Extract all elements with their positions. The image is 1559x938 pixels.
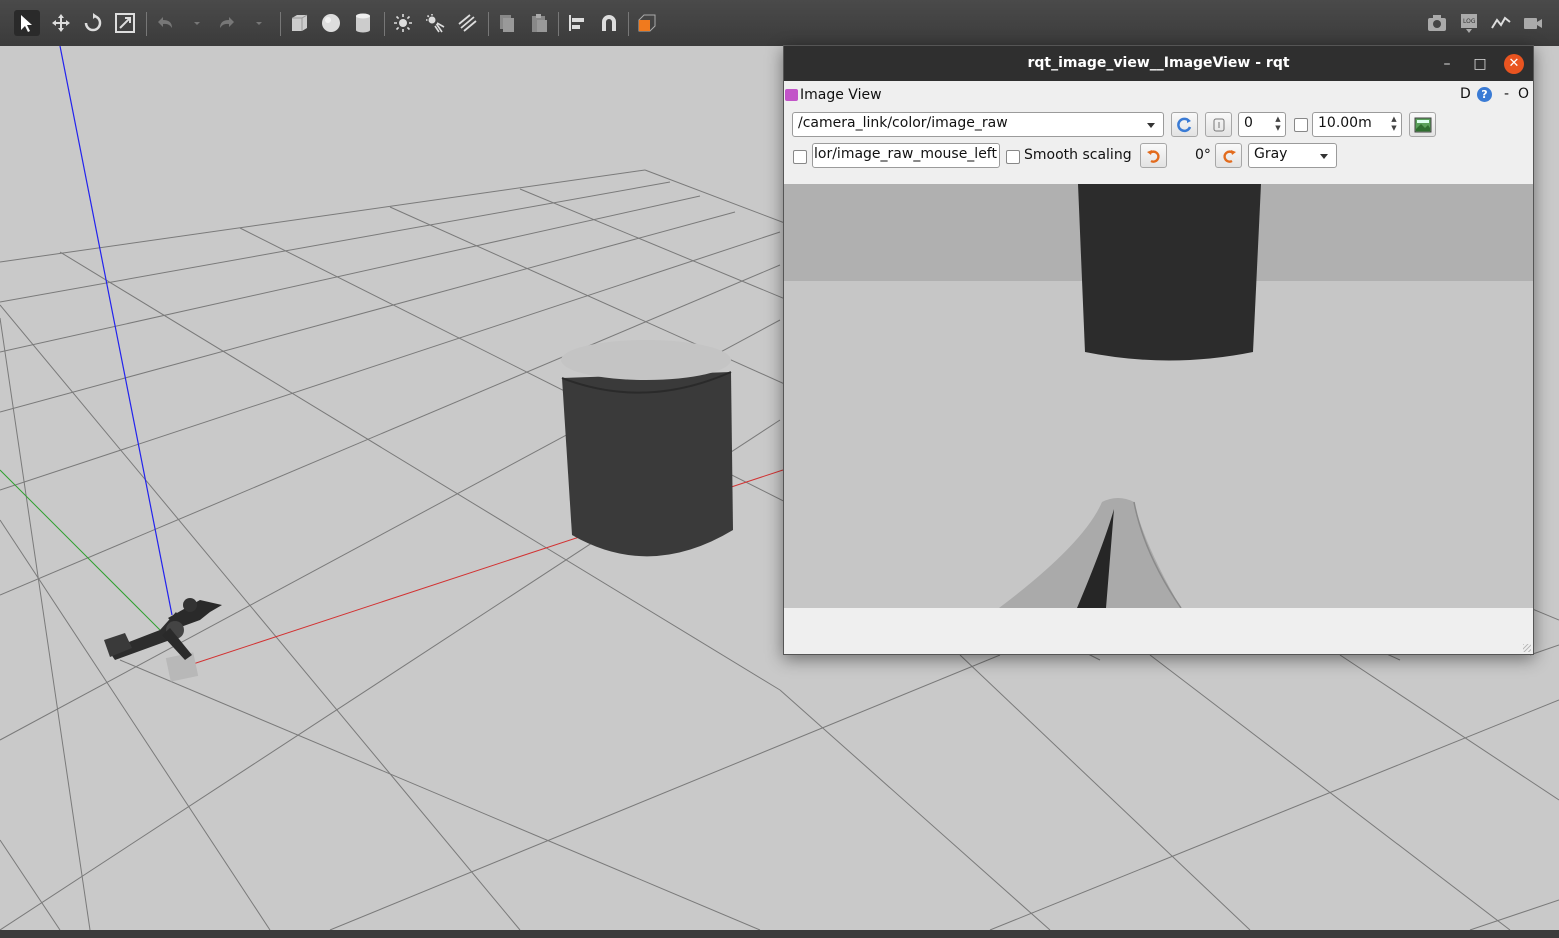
undo-history-icon[interactable] [184,10,210,36]
toolbar-separator [488,12,489,36]
resize-grip[interactable] [1523,644,1531,652]
status-bar [0,930,1559,938]
rotate-mode-icon[interactable] [80,10,106,36]
copy-icon[interactable] [494,10,520,36]
rotation-label: 0° [1195,147,1211,163]
directional-light-icon[interactable] [454,10,480,36]
rotate-right-button[interactable] [1215,143,1242,168]
plot-icon[interactable] [1488,10,1514,36]
plugin-close-icon[interactable]: O [1518,86,1529,102]
rqt-image-view-window: rqt_image_view__ImageView - rqt – □ ✕ Im… [783,45,1534,655]
colormap-value: Gray [1254,146,1288,162]
toolbar-separator [280,12,281,36]
minimize-icon[interactable]: – [1437,54,1457,74]
topic-select-value: /camera_link/color/image_raw [798,115,1008,131]
cylinder-model[interactable] [561,340,733,557]
image-view-plugin-icon [785,89,798,101]
snap-icon[interactable] [596,10,622,36]
align-icon[interactable] [564,10,590,36]
num-gridlines-value: 0 [1244,115,1253,131]
view-angle-icon[interactable] [634,10,660,36]
help-icon[interactable]: ? [1477,87,1492,102]
toolbar-separator [558,12,559,36]
close-icon[interactable]: ✕ [1504,54,1524,74]
smooth-scaling-label: Smooth scaling [1024,147,1132,163]
num-gridlines-spinbox[interactable]: 0 ▲ ▼ [1238,112,1286,137]
smooth-scaling-checkbox[interactable] [1006,150,1020,164]
topic-select[interactable]: /camera_link/color/image_raw [792,112,1164,137]
paste-icon[interactable] [526,10,552,36]
camera-image-view[interactable] [784,184,1533,608]
window-title: rqt_image_view__ImageView - rqt [1027,55,1290,71]
cylinder-shape-icon[interactable] [350,10,376,36]
camera-image [784,184,1533,608]
refresh-topics-button[interactable] [1171,112,1198,137]
toolbar-separator [628,12,629,36]
maximize-icon[interactable]: □ [1470,54,1490,74]
translate-mode-icon[interactable] [48,10,74,36]
zoom-1-icon [1213,118,1224,131]
point-light-icon[interactable] [390,10,416,36]
max-range-value: 10.00m [1318,115,1372,131]
mouse-topic-input[interactable]: lor/image_raw_mouse_left [812,143,1000,168]
spot-light-icon[interactable] [422,10,448,36]
log-icon[interactable]: LOG [1456,10,1482,36]
colormap-select[interactable]: Gray [1248,143,1337,168]
select-mode-icon[interactable] [14,10,40,36]
max-range-spinbox[interactable]: 10.00m ▲ ▼ [1312,112,1402,137]
rotate-right-icon [1222,149,1236,163]
record-video-icon[interactable] [1520,10,1546,36]
redo-history-icon[interactable] [246,10,272,36]
dock-d-icon[interactable]: D [1460,86,1471,102]
screenshot-icon[interactable] [1424,10,1450,36]
spinner-arrows-icon[interactable]: ▲ ▼ [1273,115,1283,134]
plugin-minimize-icon[interactable]: - [1504,86,1509,102]
plugin-title: Image View [800,87,882,103]
window-titlebar[interactable]: rqt_image_view__ImageView - rqt – □ ✕ [784,46,1533,81]
gazebo-toolbar: LOG [0,0,1559,47]
log-badge-text: LOG [1463,18,1476,25]
save-image-icon [1414,117,1431,132]
mouse-topic-value: lor/image_raw_mouse_left [814,146,997,162]
save-image-button[interactable] [1409,112,1436,137]
refresh-icon [1176,117,1191,132]
undo-icon[interactable] [152,10,178,36]
redo-icon[interactable] [214,10,240,36]
toolbar-separator [384,12,385,36]
spinner-arrows-icon[interactable]: ▲ ▼ [1389,115,1399,134]
toolbar-separator [146,12,147,36]
zoom-1-button[interactable] [1205,112,1232,137]
scale-mode-icon[interactable] [112,10,138,36]
publish-mouse-checkbox[interactable] [793,150,807,164]
sphere-shape-icon[interactable] [318,10,344,36]
rotate-left-icon [1146,149,1160,163]
dynamic-range-checkbox[interactable] [1294,118,1308,132]
rotate-left-button[interactable] [1140,143,1167,168]
box-shape-icon[interactable] [286,10,312,36]
